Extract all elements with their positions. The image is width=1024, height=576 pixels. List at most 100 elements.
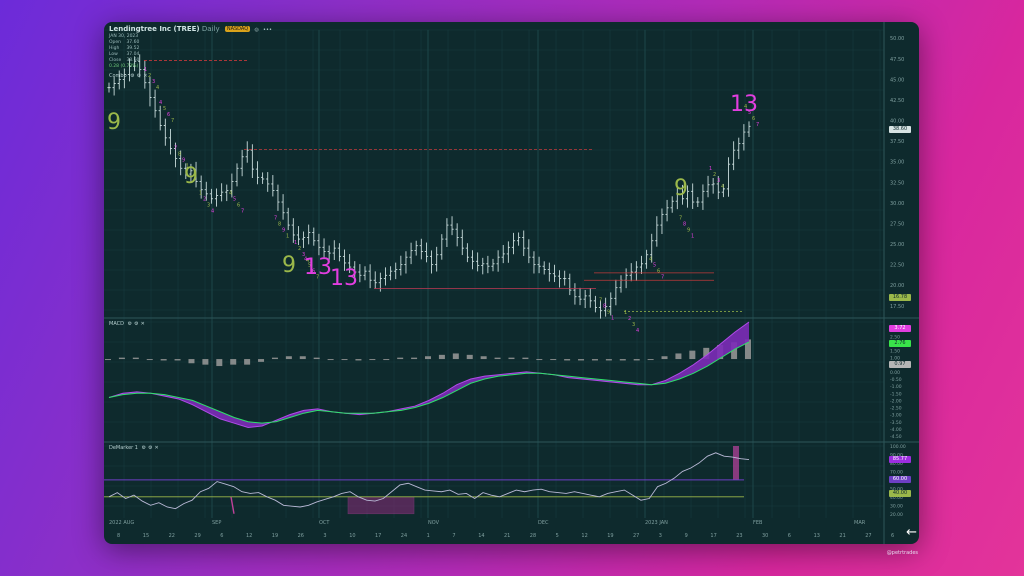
setup-count-marker: 6 — [752, 116, 755, 122]
change-value: 0.28 (0.73%) — [109, 64, 139, 69]
settings-icon[interactable]: ⚙ — [142, 445, 146, 451]
price-axis-label: 25.00 — [890, 242, 904, 248]
day-label: 12 — [246, 533, 252, 539]
setup-count-marker: 7 — [171, 118, 174, 124]
setup-count-marker: 9 — [182, 157, 185, 163]
close-icon[interactable]: ✕ — [141, 321, 145, 327]
macd-histogram-bar — [425, 356, 431, 360]
setup-count-marker: 1 — [624, 310, 627, 316]
more-icon[interactable]: ••• — [263, 27, 272, 33]
macd-histogram-bar — [146, 359, 153, 361]
symbol-title[interactable]: Lendingtree Inc (TREE) — [109, 25, 200, 33]
settings-icon[interactable]: ⚙ — [128, 321, 132, 327]
last-price-badge: 38.60 — [889, 126, 911, 133]
setup-count-marker: 1 — [199, 191, 202, 197]
chart-canvas[interactable]: 1234456778911234456778911234456778911234… — [104, 22, 919, 544]
macd-histogram-bar — [411, 357, 418, 360]
macd-histogram-bar — [633, 359, 640, 361]
macd-histogram-bar — [619, 359, 626, 361]
setup-count-marker: 6 — [167, 112, 170, 118]
setup-count-marker: 5 — [233, 197, 236, 203]
setup-count-marker: 9 — [282, 227, 285, 233]
macd-histogram-bar — [202, 359, 209, 365]
price-axis-label: 20.00 — [890, 283, 904, 289]
macd-panel-label[interactable]: MACD ⚙ ⚙ ✕ — [109, 321, 145, 327]
day-label: 13 — [814, 533, 820, 539]
setup-count-marker: 2 — [203, 197, 206, 203]
macd-histogram-bar — [675, 353, 682, 360]
macd-histogram-bar — [591, 359, 598, 361]
macd-histogram-bar — [578, 359, 585, 361]
back-arrow-icon[interactable]: ← — [906, 525, 917, 540]
macd-histogram-bar — [452, 353, 459, 360]
setup-count-marker: 2 — [628, 316, 631, 322]
day-label: 12 — [581, 533, 587, 539]
setup-count-marker: 1 — [286, 233, 289, 239]
macd-axis-label: -3.50 — [890, 420, 902, 426]
macd-badge-c: 0.97 — [889, 361, 911, 368]
demarker-axis-label: 70.00 — [890, 469, 903, 475]
day-label: 22 — [169, 533, 175, 539]
sequential-label-13: 13 — [304, 255, 332, 280]
price-axis-label: 47.50 — [890, 57, 904, 63]
macd-axis-label: -1.00 — [890, 384, 902, 390]
settings-icon[interactable]: ◎ — [254, 27, 258, 33]
price-axis-label: 50.00 — [890, 36, 904, 42]
setup-count-marker: 7 — [679, 215, 682, 221]
demarker-axis-label: 20.00 — [890, 512, 903, 518]
gear-icon[interactable]: ⚙ — [137, 73, 141, 79]
day-label: 9 — [685, 533, 688, 539]
macd-histogram-bar — [160, 359, 167, 361]
setup-count-marker: 9 — [607, 310, 610, 316]
setup-count-marker: 7 — [756, 122, 759, 128]
gear-icon[interactable]: ⚙ — [134, 321, 138, 327]
macd-histogram-bar — [494, 357, 501, 360]
macd-histogram-bar — [397, 357, 404, 360]
setup-count-marker: 5 — [163, 106, 166, 112]
macd-badge-a: 3.72 — [889, 325, 911, 332]
macd-histogram-bar — [522, 357, 529, 360]
setup-count-marker: 8 — [603, 304, 606, 310]
setup-count-marker: 8 — [683, 221, 686, 227]
setup-count-marker: 1 — [691, 233, 694, 239]
setup-count-marker: 2 — [148, 73, 151, 79]
setup-count-marker: 7 — [274, 215, 277, 221]
author-credit: @petrtrades — [886, 550, 918, 556]
demarker-panel-label[interactable]: DeMarker 1 ⚙ ⚙ ✕ — [109, 445, 159, 451]
close-icon[interactable]: ✕ — [143, 73, 147, 79]
setup-count-marker: 4 — [156, 85, 159, 91]
macd-histogram-bar — [383, 359, 390, 361]
day-label: 23 — [736, 533, 742, 539]
setup-count-marker: 3 — [632, 322, 635, 328]
combo-panel-label[interactable]: Combo ⚙ ⚙ ✕ — [109, 73, 147, 79]
macd-histogram-bar — [341, 359, 348, 361]
setup-count-marker: 9 — [687, 227, 690, 233]
setup-count-marker: 4 — [159, 100, 162, 106]
macd-histogram-bar — [466, 354, 473, 360]
day-label: 29 — [194, 533, 200, 539]
chart-header: Lendingtree Inc (TREE) Daily NASDAQ ◎ ••… — [109, 25, 272, 33]
macd-histogram-bar — [313, 357, 320, 360]
macd-axis-label: -4.00 — [890, 427, 902, 433]
interval-label[interactable]: Daily — [202, 25, 220, 33]
sequential-label-13: 13 — [730, 92, 758, 117]
level-price-badge: 16.78 — [889, 294, 911, 301]
setup-count-marker: 8 — [178, 151, 181, 157]
macd-histogram-bar — [271, 357, 278, 360]
gear-icon[interactable]: ⚙ — [148, 445, 152, 451]
close-icon[interactable]: ✕ — [155, 445, 159, 451]
day-label: 28 — [530, 533, 536, 539]
day-label: 27 — [633, 533, 639, 539]
macd-axis-label: -4.50 — [890, 434, 902, 440]
day-label: 19 — [272, 533, 278, 539]
day-label: 26 — [298, 533, 304, 539]
settings-icon[interactable]: ⚙ — [130, 73, 134, 79]
demarker-axis-label: 100.00 — [890, 444, 906, 450]
setup-count-marker: 7 — [661, 274, 664, 280]
day-label: 17 — [375, 533, 381, 539]
macd-histogram-bar — [369, 359, 376, 361]
demarker-badge-a: 85.77 — [889, 456, 911, 463]
price-axis-label: 37.50 — [890, 139, 904, 145]
demarker-badge-c: 40.00 — [889, 490, 911, 497]
overbought-zone — [733, 446, 739, 480]
